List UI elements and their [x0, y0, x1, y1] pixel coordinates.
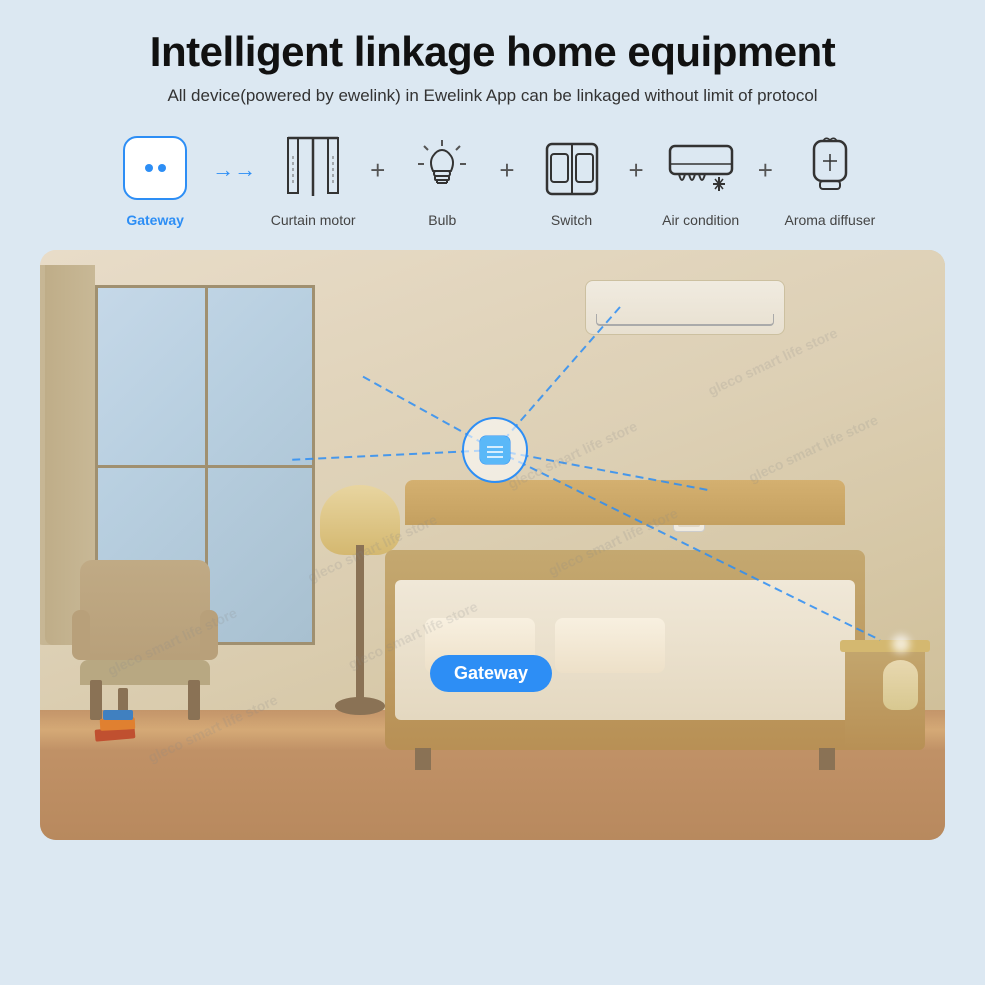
plus-3: + [629, 155, 644, 206]
ac-label: Air condition [662, 212, 739, 228]
aroma-icon [806, 136, 854, 201]
gateway-label: Gateway [126, 212, 184, 228]
page-subtitle: All device(powered by ewelink) in Ewelin… [167, 86, 817, 106]
diffuser-steam [892, 635, 910, 653]
floor-lamp [330, 485, 390, 715]
books [95, 710, 150, 740]
plus-2: + [499, 155, 514, 206]
room-scene: Gateway gleco smart life store gleco sma… [40, 250, 945, 840]
bed-frame [385, 550, 865, 750]
aroma-label: Aroma diffuser [784, 212, 875, 228]
switch-icon [543, 136, 601, 201]
page-title: Intelligent linkage home equipment [150, 28, 835, 76]
lamp-pole [356, 545, 364, 705]
ac-vent [596, 314, 774, 326]
chair-arm-right [200, 610, 218, 660]
bed-leg-1 [415, 748, 431, 770]
curtain-icon [283, 136, 343, 201]
switch-label: Switch [551, 212, 592, 228]
ac-unit [585, 280, 785, 335]
device-curtain: Curtain motor [258, 132, 368, 228]
device-gateway: Gateway [100, 132, 210, 228]
curtain-label: Curtain motor [271, 212, 356, 228]
bulb-icon [415, 136, 470, 201]
bed-headboard [405, 480, 845, 525]
bed [385, 480, 865, 750]
ac-icon-wrap [665, 132, 737, 204]
device-ac: Air condition [646, 132, 756, 228]
curtain-icon-wrap [277, 132, 349, 204]
bed-mattress [395, 580, 855, 720]
gateway-icon [123, 136, 187, 200]
lamp-base [335, 697, 385, 715]
devices-row: Gateway →→ Curtain motor + [40, 132, 945, 228]
arrow-right: →→ [212, 157, 256, 203]
page-container: Intelligent linkage home equipment All d… [0, 0, 985, 985]
gateway-room-label: Gateway [430, 655, 552, 692]
aroma-icon-wrap [794, 132, 866, 204]
gateway-dot-2 [158, 164, 166, 172]
plus-4: + [758, 155, 773, 206]
chair [60, 525, 230, 725]
plus-1: + [370, 155, 385, 206]
bulb-label: Bulb [428, 212, 456, 228]
aroma-diffuser [878, 650, 923, 710]
gateway-dot-1 [145, 164, 153, 172]
ac-icon [667, 141, 735, 196]
bed-leg-2 [819, 748, 835, 770]
bulb-icon-wrap [406, 132, 478, 204]
chair-leg-2 [188, 680, 200, 720]
bed-pillow-2 [555, 618, 665, 673]
room-image: Gateway gleco smart life store gleco sma… [40, 250, 945, 840]
chair-arm-left [72, 610, 90, 660]
device-bulb: Bulb [387, 132, 497, 228]
switch-icon-wrap [536, 132, 608, 204]
diffuser-body [883, 660, 918, 710]
device-switch: Switch [517, 132, 627, 228]
device-aroma: Aroma diffuser [775, 132, 885, 228]
gateway-icon-wrap [119, 132, 191, 204]
chair-back [80, 560, 210, 660]
book-3 [103, 710, 133, 720]
